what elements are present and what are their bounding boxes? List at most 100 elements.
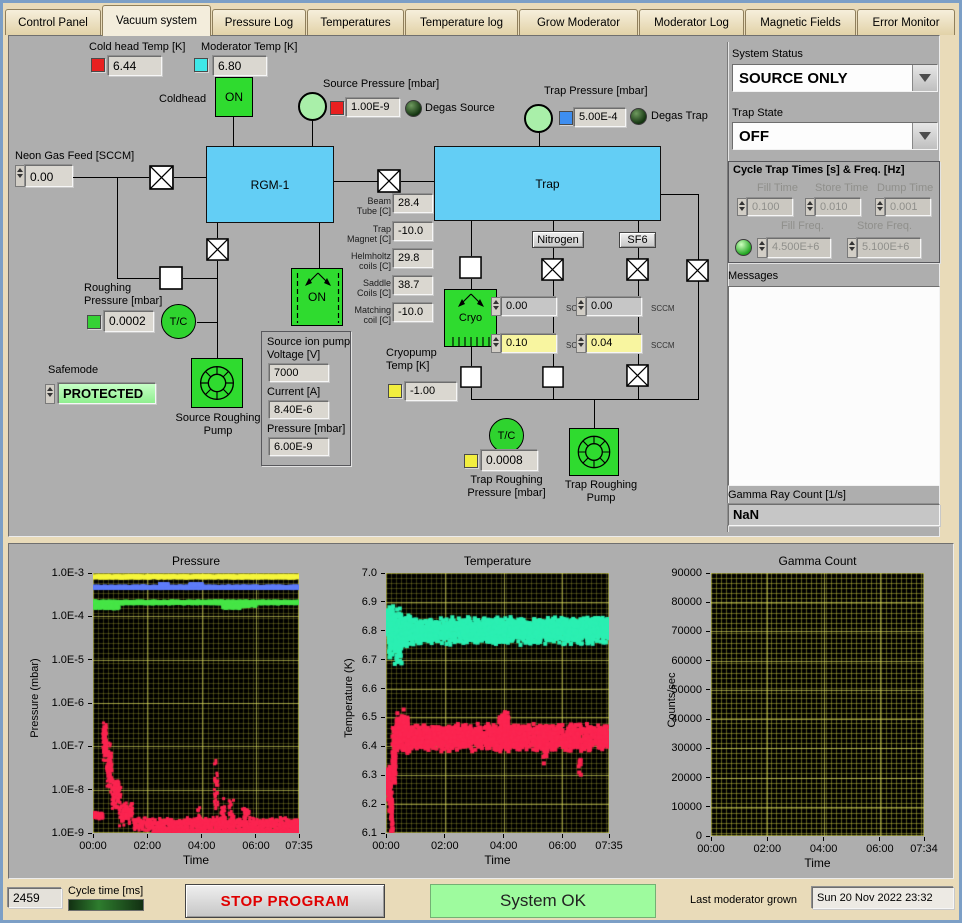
trap-state-dropdown[interactable]: OFF bbox=[732, 122, 938, 150]
degas-source-led[interactable] bbox=[405, 100, 422, 117]
x-tick-label: 07:35 bbox=[285, 840, 313, 852]
valve-icon[interactable] bbox=[459, 256, 482, 279]
dump-time-field[interactable]: 0.001 bbox=[885, 198, 931, 216]
saddle-coils-field: 38.7 bbox=[393, 276, 433, 295]
valve-icon[interactable] bbox=[541, 258, 564, 281]
roughing-pressure-field: 0.0002 bbox=[104, 311, 154, 332]
fill-time-spinner[interactable] bbox=[737, 198, 747, 216]
tab-magnetic-fields[interactable]: Magnetic Fields bbox=[745, 9, 856, 35]
thermocouple-gauge: T/C bbox=[489, 418, 524, 453]
dump-time-spinner[interactable] bbox=[875, 198, 885, 216]
nitrogen-button[interactable]: Nitrogen bbox=[532, 231, 584, 248]
gamma-chart-title: Gamma Count bbox=[778, 554, 857, 568]
y-tick-label: 1.0E-3 bbox=[51, 567, 84, 579]
nitrogen-actual-spinner[interactable] bbox=[491, 334, 501, 353]
beam-tube-field: 28.4 bbox=[393, 194, 433, 213]
cryo-pump-valve[interactable]: Cryo bbox=[444, 289, 497, 347]
system-status-dropdown[interactable]: SOURCE ONLY bbox=[732, 64, 938, 92]
fill-freq-spinner[interactable] bbox=[757, 238, 767, 258]
tick-mark bbox=[608, 834, 610, 838]
sf6-actual-field[interactable]: 0.04 bbox=[586, 334, 642, 353]
neon-feed-field[interactable]: 0.00 bbox=[25, 165, 73, 187]
y-tick-label: 6.1 bbox=[361, 827, 377, 839]
trap-pressure-label: Trap Pressure [mbar] bbox=[544, 85, 648, 97]
helmholtz-field: 29.8 bbox=[393, 249, 433, 268]
neon-feed-spinner[interactable] bbox=[15, 165, 25, 187]
safemode-spinner[interactable] bbox=[45, 384, 55, 404]
tick-mark bbox=[381, 601, 385, 603]
y-tick-label: 7.0 bbox=[361, 567, 377, 579]
y-tick-label: 1.0E-5 bbox=[51, 653, 84, 666]
stop-program-button[interactable]: STOP PROGRAM bbox=[185, 884, 385, 918]
ion-pump-current-label: Current [A] bbox=[267, 386, 321, 398]
source-roughing-pump[interactable] bbox=[191, 358, 243, 408]
tick-mark bbox=[88, 745, 92, 747]
pipe bbox=[217, 261, 218, 358]
moderator-temp-field: 6.80 bbox=[213, 56, 267, 76]
y-tick-label: 6.4 bbox=[361, 740, 377, 753]
trap-state-value: OFF bbox=[739, 127, 769, 145]
nitrogen-actual-field[interactable]: 0.10 bbox=[501, 334, 557, 353]
store-freq-field[interactable]: 5.100E+6 bbox=[857, 238, 921, 258]
safemode-field[interactable]: PROTECTED bbox=[58, 383, 156, 404]
sf6-button[interactable]: SF6 bbox=[619, 232, 656, 248]
tab-vacuum-system[interactable]: Vacuum system bbox=[102, 5, 211, 36]
y-tick-label: 6.3 bbox=[361, 769, 377, 782]
pressure-chart: Pressure Pressure (mbar) Time 00:00 02:00… bbox=[9, 544, 339, 878]
fill-time-label: Fill Time bbox=[757, 182, 798, 194]
trap-pressure-gauge bbox=[524, 104, 553, 133]
y-tick-label: 1.0E-7 bbox=[51, 740, 84, 753]
ion-pump-title: Source ion pump bbox=[267, 336, 351, 348]
cycle-trap-group: Cycle Trap Times [s] & Freq. [Hz] Fill T… bbox=[728, 161, 940, 263]
tab-grow-moderator[interactable]: Grow Moderator bbox=[519, 9, 638, 35]
sf6-set-field[interactable]: 0.00 bbox=[586, 297, 642, 316]
source-gate-valve[interactable]: ON bbox=[291, 268, 343, 326]
dropdown-arrow-icon[interactable] bbox=[912, 65, 937, 91]
sf6-actual-spinner[interactable] bbox=[576, 334, 586, 353]
tab-moderator-log[interactable]: Moderator Log bbox=[639, 9, 744, 35]
moderator-temp-label: Moderator Temp [K] bbox=[201, 41, 298, 53]
tab-temperature-log[interactable]: Temperature log bbox=[405, 9, 518, 35]
tab-temperatures[interactable]: Temperatures bbox=[307, 9, 404, 35]
nitrogen-set-spinner[interactable] bbox=[491, 297, 501, 316]
store-freq-spinner[interactable] bbox=[847, 238, 857, 258]
tick-mark bbox=[923, 837, 925, 841]
valve-icon[interactable] bbox=[149, 165, 174, 190]
sf6-set-spinner[interactable] bbox=[576, 297, 586, 316]
fill-freq-field[interactable]: 4.500E+6 bbox=[767, 238, 831, 258]
tab-control-panel[interactable]: Control Panel bbox=[5, 9, 101, 35]
valve-icon[interactable] bbox=[626, 258, 649, 281]
roughing-pressure-label: Roughing Pressure [mbar] bbox=[84, 282, 163, 307]
coldhead-on-button[interactable]: ON bbox=[215, 77, 253, 117]
pipe bbox=[471, 399, 699, 400]
x-tick-label: 00:00 bbox=[79, 840, 107, 852]
dropdown-arrow-icon[interactable] bbox=[912, 123, 937, 149]
y-tick-label: 10000 bbox=[671, 800, 702, 813]
beam-tube-label: Beam Tube [C] bbox=[356, 196, 391, 216]
valve-icon[interactable] bbox=[460, 366, 482, 388]
fill-time-field[interactable]: 0.100 bbox=[747, 198, 793, 216]
nitrogen-set-field[interactable]: 0.00 bbox=[501, 297, 557, 316]
store-time-spinner[interactable] bbox=[805, 198, 815, 216]
store-time-field[interactable]: 0.010 bbox=[815, 198, 861, 216]
valve-icon[interactable] bbox=[206, 238, 229, 261]
trap-roughing-pump[interactable] bbox=[569, 428, 619, 476]
valve-icon[interactable] bbox=[542, 366, 564, 388]
tick-mark bbox=[706, 630, 710, 632]
tab-pressure-log[interactable]: Pressure Log bbox=[212, 9, 306, 35]
ion-pump-voltage-label: Voltage [V] bbox=[267, 349, 321, 361]
cycle-trap-led[interactable] bbox=[735, 239, 752, 256]
valve-icon[interactable] bbox=[377, 169, 401, 193]
trap-block: Trap bbox=[434, 146, 661, 221]
trap-roughing-indicator-square bbox=[464, 454, 478, 468]
x-tick-label: 06:00 bbox=[548, 840, 577, 852]
messages-box bbox=[728, 286, 940, 486]
valve-icon[interactable] bbox=[626, 364, 649, 387]
y-tick-label: 30000 bbox=[671, 742, 702, 755]
valve-icon[interactable] bbox=[686, 259, 709, 282]
tab-error-monitor[interactable]: Error Monitor bbox=[857, 9, 955, 35]
tick-mark bbox=[88, 659, 92, 661]
saddle-coils-label: Saddle Coils [C] bbox=[356, 278, 391, 298]
degas-trap-led[interactable] bbox=[630, 108, 647, 125]
valve-icon[interactable] bbox=[159, 266, 183, 290]
